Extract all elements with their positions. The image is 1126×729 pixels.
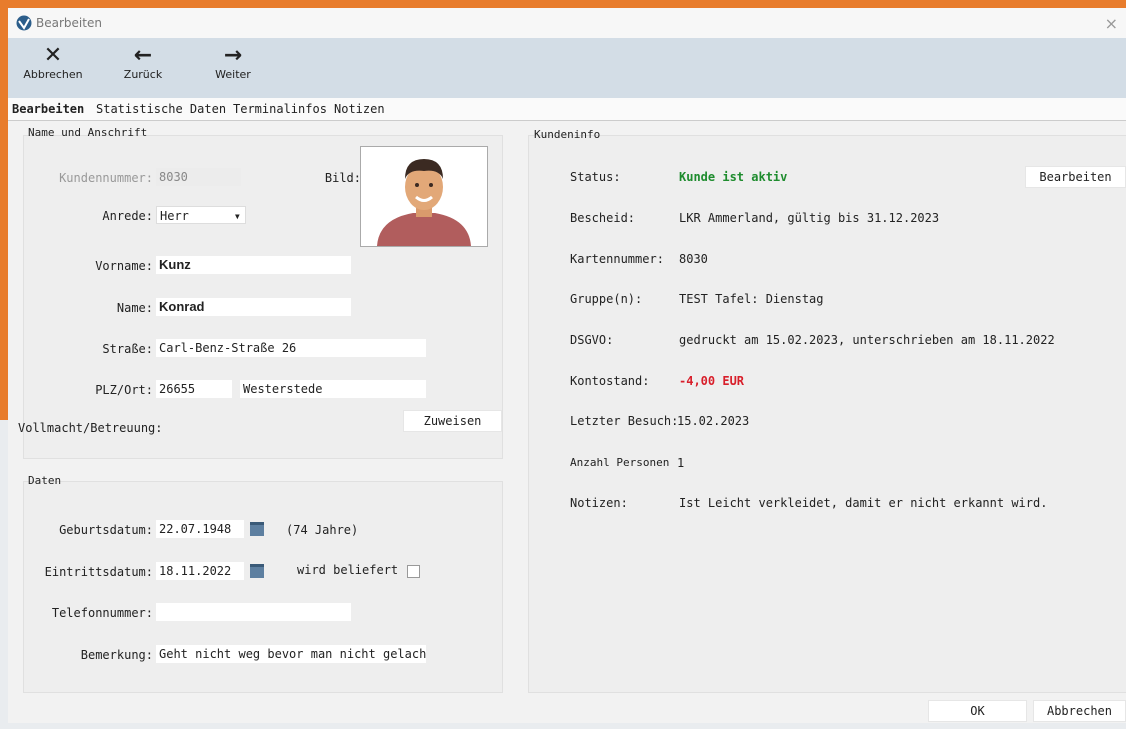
street-field[interactable]: Carl-Benz-Straße 26 (156, 339, 426, 357)
close-icon[interactable]: × (1105, 14, 1118, 33)
name-address-legend: Name und Anschrift (28, 126, 148, 139)
power-of-attorney-label: Vollmacht/Betreuung: (18, 421, 163, 435)
back-button[interactable]: ← Zurück (113, 43, 173, 82)
forward-button[interactable]: → Weiter (203, 43, 263, 82)
phone-field[interactable] (156, 603, 351, 621)
card-number-value: 8030 (679, 252, 708, 266)
groups-label: Gruppe(n): (570, 292, 643, 306)
last-name-field[interactable]: Konrad (156, 298, 351, 316)
cancel-toolbar-button[interactable]: ✕ Abbrechen (18, 43, 88, 82)
customer-info-legend: Kundeninfo (534, 128, 601, 141)
tab-terminalinfos[interactable]: Terminalinfos (233, 102, 327, 116)
status-value: Kunde ist aktiv (679, 170, 788, 184)
chevron-down-icon: ▾ (233, 209, 241, 223)
first-name-field[interactable]: Kunz (156, 256, 351, 274)
tab-bearbeiten[interactable]: Bearbeiten (12, 102, 84, 116)
zip-city-label: PLZ/Ort: (95, 383, 153, 397)
notice-value: LKR Ammerland, gültig bis 31.12.2023 (679, 211, 940, 225)
zip-field[interactable]: 26655 (156, 380, 232, 398)
delivered-label: wird beliefert (297, 563, 399, 577)
last-visit-label: Letzter Besuch: (570, 414, 679, 428)
notice-label: Bescheid: (570, 211, 636, 225)
cancel-button[interactable]: Abbrechen (1033, 700, 1126, 722)
groups-value: TEST Tafel: Dienstag (679, 292, 824, 306)
entry-date-label: Eintrittsdatum: (44, 565, 153, 579)
gdpr-value: gedruckt am 15.02.2023, unterschrieben a… (679, 333, 1055, 347)
salutation-value: Herr (160, 209, 189, 223)
arrow-right-icon: → (223, 43, 243, 68)
edit-status-button[interactable]: Bearbeiten (1025, 166, 1126, 188)
app-logo-icon (16, 15, 32, 31)
image-label: Bild: (324, 171, 361, 185)
close-x-icon: ✕ (43, 43, 63, 68)
tab-bar: Bearbeiten Statistische Daten Terminalin… (8, 98, 1126, 121)
delivered-checkbox[interactable] (407, 565, 420, 578)
edit-dialog: Bearbeiten × ✕ Abbrechen ← Zurück → Weit… (8, 8, 1126, 723)
customer-number-field: 8030 (156, 168, 241, 186)
street-label: Straße: (102, 342, 153, 356)
age-text: (74 Jahre) (286, 523, 359, 537)
balance-label: Kontostand: (570, 374, 650, 388)
person-avatar-icon (377, 159, 471, 246)
calendar-icon[interactable] (250, 564, 264, 578)
last-name-label: Name: (116, 301, 153, 315)
customer-photo[interactable] (360, 146, 488, 247)
ok-button[interactable]: OK (928, 700, 1027, 722)
customer-number-label: Kundennummer: (59, 171, 153, 185)
assign-button[interactable]: Zuweisen (403, 410, 502, 432)
birth-date-field[interactable]: 22.07.1948 (156, 520, 244, 538)
city-field[interactable]: Westerstede (240, 380, 426, 398)
tab-statistische-daten[interactable]: Statistische Daten (96, 102, 226, 116)
arrow-left-icon: ← (133, 43, 153, 68)
last-visit-value: 15.02.2023 (677, 414, 750, 428)
salutation-label: Anrede: (102, 209, 153, 223)
gdpr-label: DSGVO: (570, 333, 614, 347)
status-label: Status: (570, 170, 621, 184)
data-legend: Daten (28, 474, 62, 487)
salutation-select[interactable]: Herr ▾ (156, 206, 246, 224)
phone-label: Telefonnummer: (51, 606, 153, 620)
notes-value: Ist Leicht verkleidet, damit er nicht er… (679, 496, 1048, 510)
first-name-label: Vorname: (95, 259, 153, 273)
entry-date-field[interactable]: 18.11.2022 (156, 562, 244, 580)
cancel-toolbar-label: Abbrechen (23, 68, 83, 81)
background-accent-left (0, 0, 8, 420)
title-bar: Bearbeiten × (8, 8, 1126, 38)
back-label: Zurück (123, 68, 163, 81)
remark-label: Bemerkung: (80, 648, 153, 662)
notes-label: Notizen: (570, 496, 628, 510)
birth-date-label: Geburtsdatum: (59, 523, 153, 537)
persons-label: Anzahl Personen (570, 456, 670, 469)
remark-field[interactable]: Geht nicht weg bevor man nicht gelach (156, 645, 426, 663)
forward-label: Weiter (215, 68, 251, 81)
card-number-label: Kartennummer: (570, 252, 664, 266)
tab-notizen[interactable]: Notizen (334, 102, 385, 116)
toolbar: ✕ Abbrechen ← Zurück → Weiter (8, 38, 1126, 98)
calendar-icon[interactable] (250, 522, 264, 536)
balance-value: -4,00 EUR (679, 374, 745, 388)
background-accent-top (0, 0, 1126, 8)
persons-value: 1 (677, 456, 685, 470)
window-title: Bearbeiten (36, 16, 102, 30)
